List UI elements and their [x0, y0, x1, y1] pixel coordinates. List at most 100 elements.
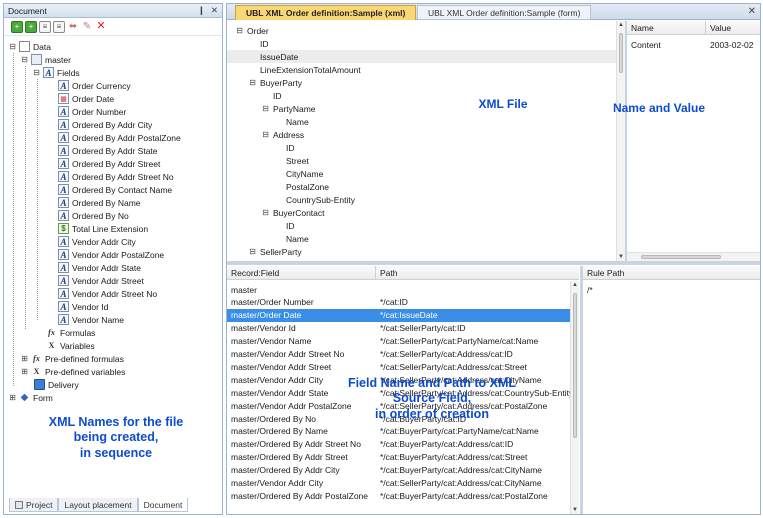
tree-node-master[interactable]: ⊟ master [20, 53, 71, 66]
field-item[interactable]: A Ordered By Name [56, 196, 141, 209]
xml-node[interactable]: ID [227, 37, 616, 50]
field-item[interactable]: A Ordered By No [56, 209, 129, 222]
xml-node[interactable]: ⊟ Address [227, 128, 616, 141]
xml-node[interactable]: CountrySub-Entity [227, 193, 616, 206]
add-data-icon[interactable]: + [11, 20, 23, 33]
field-path-row[interactable]: master/Vendor Id */cat:SellerParty/cat:ID [227, 322, 579, 335]
tree-node-data[interactable]: ⊟ Data [8, 40, 51, 53]
collapse-icon[interactable]: ⊟ [261, 104, 270, 113]
scroll-down-icon[interactable]: ▼ [617, 254, 625, 260]
xml-node[interactable]: IssueDate [227, 50, 616, 63]
column-header-rule-path[interactable]: Rule Path [583, 266, 760, 279]
field-item[interactable]: A Vendor Addr State [56, 261, 141, 274]
tab-document[interactable]: Document [137, 498, 189, 512]
tree-node-variables[interactable]: X Variables [44, 339, 95, 352]
field-path-row[interactable]: master/Vendor Addr Street */cat:SellerPar… [227, 360, 579, 373]
new-document-icon[interactable]: ≡ [39, 20, 51, 33]
column-header-name[interactable]: Name [627, 21, 706, 34]
xml-node[interactable]: ⊟ BuyerParty [227, 76, 616, 89]
xml-node[interactable]: LineExtensionTotalAmount [227, 63, 616, 76]
collapse-icon[interactable]: ⊟ [261, 130, 270, 139]
field-item[interactable]: A Vendor Id [56, 300, 109, 313]
field-path-row[interactable]: master/Vendor Addr City */cat:SellerParty… [227, 477, 579, 490]
collapse-icon[interactable]: ⊟ [261, 208, 270, 217]
collapse-icon[interactable]: ⊟ [8, 42, 17, 51]
field-item[interactable]: A Ordered By Addr Street [56, 157, 161, 170]
column-header-value[interactable]: Value [706, 21, 760, 34]
field-path-row[interactable]: master/Order Date */cat:IssueDate [227, 308, 570, 322]
tree-node-predefined-formulas[interactable]: ⊞ fx Pre-defined formulas [20, 352, 124, 365]
xml-node[interactable]: PostalZone [227, 180, 616, 193]
xml-node[interactable]: ⊟ SellerParty [227, 245, 616, 258]
rule-path-row[interactable]: /* [583, 283, 760, 296]
close-tab-icon[interactable]: ✕ [748, 6, 756, 17]
close-icon[interactable]: ✕ [211, 5, 218, 16]
tree-node-delivery[interactable]: Delivery [32, 378, 79, 391]
xml-node[interactable]: ⊟ Order [227, 24, 616, 37]
field-item[interactable]: $ Total Line Extension [56, 222, 149, 235]
field-item[interactable]: A Order Currency [56, 79, 131, 92]
field-item[interactable]: A Vendor Addr City [56, 235, 136, 248]
name-value-hscrollbar[interactable] [627, 252, 760, 261]
add-record-icon[interactable]: + [25, 20, 37, 33]
field-path-scrollbar[interactable]: ▲ ▼ [570, 281, 579, 514]
name-value-row[interactable]: Content 2003-02-02 [627, 38, 760, 51]
field-item[interactable]: A Ordered By Addr Street No [56, 170, 174, 183]
column-header-path[interactable]: Path [376, 266, 579, 279]
tab-xml-definition[interactable]: UBL XML Order definition:Sample (xml) [235, 5, 417, 20]
xml-node[interactable]: Name [227, 232, 616, 245]
properties-icon[interactable]: ≡ [53, 20, 65, 33]
hscrollbar-thumb[interactable] [641, 255, 721, 259]
collapse-icon[interactable]: ⊟ [235, 26, 244, 35]
column-header-record-field[interactable]: Record:Field [227, 266, 376, 279]
collapse-icon[interactable]: ⊟ [32, 68, 41, 77]
tab-layout-placement[interactable]: Layout placement [58, 498, 138, 512]
xml-node[interactable]: ⊟ BuyerContact [227, 206, 616, 219]
field-item[interactable]: A Ordered By Contact Name [56, 183, 173, 196]
tree-node-formulas[interactable]: fx Formulas [44, 326, 96, 339]
xml-node[interactable]: Name [227, 115, 616, 128]
field-path-row[interactable]: master/Ordered By Addr Street No */cat:Bu… [227, 438, 579, 451]
scroll-up-icon[interactable]: ▲ [617, 22, 625, 28]
xml-node[interactable]: ID [227, 141, 616, 154]
field-path-row[interactable]: master/Ordered By Addr City */cat:BuyerPa… [227, 464, 579, 477]
xml-node[interactable]: Street [227, 154, 616, 167]
field-path-row[interactable]: master/Ordered By Name */cat:BuyerParty/c… [227, 425, 579, 438]
field-item[interactable]: A Ordered By Addr State [56, 144, 158, 157]
scroll-up-icon[interactable]: ▲ [571, 282, 579, 288]
tree-node-form[interactable]: ⊞ ◆ Form [8, 391, 53, 404]
field-item[interactable]: A Vendor Addr Street No [56, 287, 158, 300]
scroll-down-icon[interactable]: ▼ [571, 507, 579, 513]
expand-icon[interactable]: ⊞ [20, 354, 29, 363]
field-item[interactable]: A Vendor Addr Street [56, 274, 144, 287]
field-item[interactable]: A Order Number [56, 105, 127, 118]
collapse-icon[interactable]: ⊟ [248, 247, 257, 256]
xml-node[interactable]: ID [227, 219, 616, 232]
field-item[interactable]: A Ordered By Addr City [56, 118, 153, 131]
scrollbar-thumb[interactable] [573, 293, 577, 438]
field-item[interactable]: A Vendor Addr PostalZone [56, 248, 165, 261]
field-path-row[interactable]: master/Vendor Addr Street No */cat:Seller… [227, 348, 579, 361]
scrollbar-thumb[interactable] [619, 33, 623, 73]
delete-icon[interactable]: ✕ [95, 21, 107, 33]
field-path-row[interactable]: master/Vendor Name */cat:SellerParty/cat:… [227, 335, 579, 348]
field-path-row[interactable]: master/Order Number */cat:ID [227, 296, 579, 309]
field-item[interactable]: ▦ Order Date [56, 92, 115, 105]
move-icon[interactable]: ⬌ [67, 21, 79, 33]
collapse-icon[interactable]: ⊟ [248, 78, 257, 87]
xml-tree-scrollbar[interactable]: ▲ ▼ [616, 21, 625, 261]
field-path-row[interactable]: master/Ordered By Addr Street */cat:Buyer… [227, 451, 579, 464]
expand-icon[interactable]: ⊞ [20, 367, 29, 376]
collapse-icon[interactable]: ⊟ [20, 55, 29, 64]
xml-node[interactable]: CityName [227, 167, 616, 180]
pin-icon[interactable]: ❙ [198, 5, 205, 16]
field-item[interactable]: A Ordered By Addr PostalZone [56, 131, 181, 144]
field-item[interactable]: A Vendor Name [56, 313, 124, 326]
tree-node-predefined-variables[interactable]: ⊞ X Pre-defined variables [20, 365, 126, 378]
field-path-row[interactable]: master [227, 283, 579, 296]
edit-icon[interactable]: ✎ [81, 21, 93, 33]
tab-project[interactable]: Project [9, 498, 59, 512]
tab-form-definition[interactable]: UBL XML Order definition:Sample (form) [417, 5, 592, 20]
expand-icon[interactable]: ⊞ [8, 393, 17, 402]
tree-node-fields[interactable]: ⊟ A Fields [32, 66, 80, 79]
